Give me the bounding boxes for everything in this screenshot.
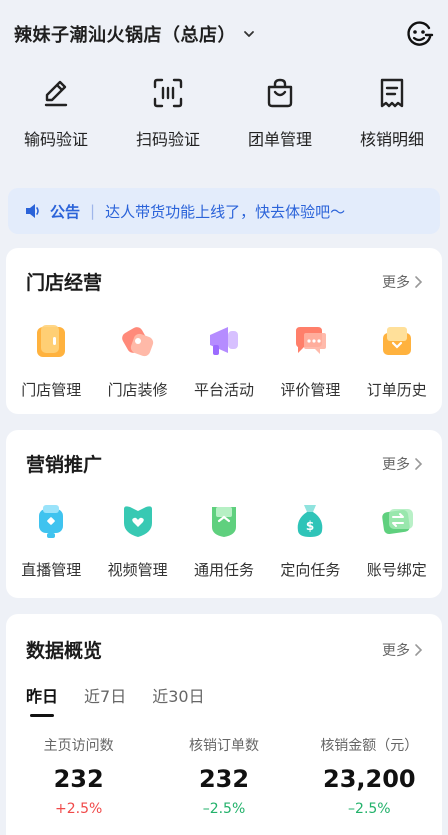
general-task-item[interactable]: 通用任务 xyxy=(181,501,267,580)
store-decorate-item[interactable]: 门店装修 xyxy=(94,321,180,400)
scan-verify-button[interactable]: 扫码验证 xyxy=(112,76,224,176)
stats-row: 主页访问数 232 +2.5% 核销订单数 232 –2.5% 核销金额（元） … xyxy=(6,735,442,817)
receipt-icon xyxy=(380,78,404,108)
stat-label: 核销订单数 xyxy=(188,738,259,754)
store-name: 辣妹子潮汕火锅店（总店） xyxy=(14,25,236,46)
group-order-manage-button[interactable]: 团单管理 xyxy=(224,76,336,176)
quick-actions: 输码验证 扫码验证 团单管理 核销明细 xyxy=(0,76,448,176)
chat-bubble-icon xyxy=(296,327,327,354)
megaphone-icon xyxy=(209,327,238,355)
svg-text:$: $ xyxy=(306,519,314,533)
stat-delta: –2.5% xyxy=(202,801,246,817)
speaker-icon xyxy=(26,204,39,218)
stat-homepage-visits: 主页访问数 232 +2.5% xyxy=(6,735,151,817)
grid-label: 订单历史 xyxy=(366,381,427,399)
grid-label: 门店装修 xyxy=(107,381,168,399)
stat-value: 232 xyxy=(198,765,250,793)
more-label: 更多 xyxy=(382,456,410,473)
more-link[interactable]: 更多 xyxy=(382,640,424,660)
section-title: 门店经营 xyxy=(26,272,103,294)
code-verify-button[interactable]: 输码验证 xyxy=(0,76,112,176)
stat-label: 核销金额（元） xyxy=(320,738,419,754)
data-overview-card: 数据概览 更多 昨日 近7日 近30日 主页访问数 232 +2.5% 核销订单… xyxy=(6,614,442,835)
bag-icon xyxy=(267,78,293,108)
date-range-tabs: 昨日 近7日 近30日 xyxy=(6,683,442,717)
account-bind-item[interactable]: 账号绑定 xyxy=(354,501,440,580)
money-bag-icon: $ xyxy=(298,505,323,537)
targeted-task-item[interactable]: $ 定向任务 xyxy=(267,501,353,580)
grid-label: 定向任务 xyxy=(280,561,341,579)
store-selector[interactable]: 辣妹子潮汕火锅店（总店） xyxy=(14,21,256,47)
grid-label: 视频管理 xyxy=(107,561,168,579)
quick-label: 团单管理 xyxy=(247,130,312,149)
video-heart-icon xyxy=(123,506,152,537)
top-header: 辣妹子潮汕火锅店（总店） xyxy=(0,0,448,68)
store-manage-icon xyxy=(37,325,66,357)
grid-label: 门店管理 xyxy=(21,381,82,399)
grid-label: 平台活动 xyxy=(193,381,254,399)
stat-delta: +2.5% xyxy=(55,801,103,817)
grid-label: 直播管理 xyxy=(21,561,82,579)
chevron-right-icon xyxy=(415,275,423,288)
marketing-card: 营销推广 更多 直播管理 视频管理 通用任务 $ 定向任务 账号绑定 xyxy=(6,430,442,598)
chevron-down-icon xyxy=(244,31,254,37)
stat-label: 主页访问数 xyxy=(43,738,114,754)
pencil-edit-icon xyxy=(44,80,68,107)
scan-icon xyxy=(153,78,183,108)
store-manage-item[interactable]: 门店管理 xyxy=(8,321,94,400)
more-link[interactable]: 更多 xyxy=(382,454,424,474)
quick-label: 输码验证 xyxy=(23,130,88,149)
stat-delta: –2.5% xyxy=(348,801,391,817)
grid-label: 通用任务 xyxy=(193,561,254,579)
account-bind-icon xyxy=(382,509,413,535)
task-icon xyxy=(211,507,236,537)
platform-activity-item[interactable]: 平台活动 xyxy=(181,321,267,400)
divider: | xyxy=(90,202,96,220)
more-label: 更多 xyxy=(382,274,410,291)
section-title: 营销推广 xyxy=(26,454,103,476)
profile-face-icon[interactable] xyxy=(404,19,434,49)
live-manage-item[interactable]: 直播管理 xyxy=(8,501,94,580)
more-label: 更多 xyxy=(382,642,410,659)
stat-verified-orders: 核销订单数 232 –2.5% xyxy=(151,735,296,817)
quick-label: 扫码验证 xyxy=(135,130,200,149)
section-title: 数据概览 xyxy=(26,640,103,662)
announcement-tag: 公告 xyxy=(50,202,81,221)
live-icon xyxy=(39,505,64,538)
announcement-text: 达人带货功能上线了，快去体验吧～ xyxy=(105,202,346,221)
review-manage-item[interactable]: 评价管理 xyxy=(267,321,353,400)
tab-last-7-days[interactable]: 近7日 xyxy=(84,683,126,717)
quick-label: 核销明细 xyxy=(359,130,424,149)
chevron-right-icon xyxy=(415,643,423,656)
stat-value: 23,200 xyxy=(323,765,416,793)
chevron-right-icon xyxy=(415,457,423,470)
tab-yesterday[interactable]: 昨日 xyxy=(26,683,58,717)
stat-verified-amount: 核销金额（元） 23,200 –2.5% xyxy=(297,735,442,817)
order-history-icon xyxy=(382,327,411,355)
announcement-bar[interactable]: 公告 | 达人带货功能上线了，快去体验吧～ xyxy=(8,188,440,234)
store-decorate-icon xyxy=(121,327,153,357)
grid-label: 评价管理 xyxy=(280,381,341,399)
tab-last-30-days[interactable]: 近30日 xyxy=(152,683,204,717)
stat-value: 232 xyxy=(53,765,104,793)
grid-label: 账号绑定 xyxy=(366,561,427,579)
video-manage-item[interactable]: 视频管理 xyxy=(94,501,180,580)
more-link[interactable]: 更多 xyxy=(382,272,424,292)
verify-detail-button[interactable]: 核销明细 xyxy=(336,76,448,176)
store-ops-card: 门店经营 更多 门店管理 门店装修 平台活动 评价管理 订单历史 xyxy=(6,248,442,414)
order-history-item[interactable]: 订单历史 xyxy=(354,321,440,400)
